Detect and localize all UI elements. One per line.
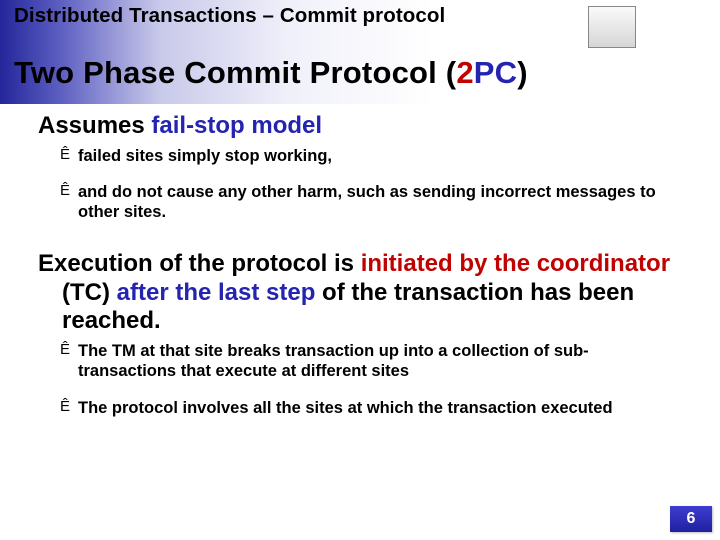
list-item: failed sites simply stop working,: [60, 146, 686, 166]
title-accent-red: 2: [456, 55, 473, 90]
bullet-list: The TM at that site breaks transaction u…: [60, 341, 686, 417]
heading-text: Execution of the protocol is: [38, 250, 361, 277]
bullet-list: failed sites simply stop working, and do…: [60, 146, 686, 222]
slide-body: Assumes fail-stop model failed sites sim…: [40, 112, 686, 446]
heading-nav: after the last step: [117, 279, 316, 306]
heading-nav: fail-stop model: [151, 112, 322, 139]
slide: Distributed Transactions – Commit protoc…: [0, 0, 720, 540]
slide-title: Two Phase Commit Protocol (2PC): [14, 55, 528, 91]
header-decor-box: [588, 6, 636, 48]
list-item: and do not cause any other harm, such as…: [60, 182, 686, 222]
section-heading: Assumes fail-stop model: [38, 112, 686, 140]
heading-red: initiated by the coordinator: [361, 250, 670, 277]
page-number: 6: [670, 506, 712, 532]
heading-text: Assumes: [38, 112, 151, 139]
title-accent-nav: PC: [474, 55, 517, 90]
section-heading: Execution of the protocol is initiated b…: [38, 250, 686, 335]
breadcrumb: Distributed Transactions – Commit protoc…: [14, 4, 445, 28]
title-pre: Two Phase Commit Protocol (: [14, 55, 456, 90]
title-post: ): [517, 55, 528, 90]
list-item: The protocol involves all the sites at w…: [60, 398, 686, 418]
heading-text: (TC): [62, 279, 117, 306]
list-item: The TM at that site breaks transaction u…: [60, 341, 686, 381]
